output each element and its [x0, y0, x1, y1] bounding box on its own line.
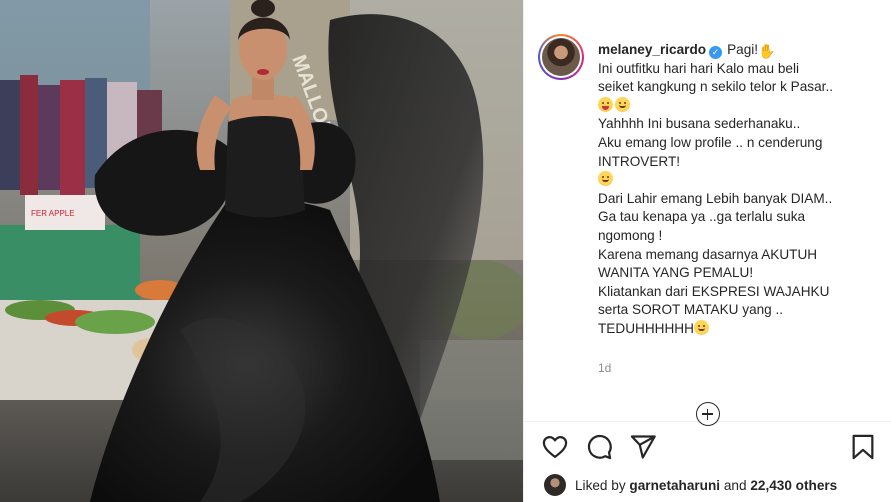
comment-button[interactable]: [585, 433, 615, 463]
caption-line: Ini outfitku hari hari Kalo mau beli: [598, 60, 799, 76]
smiling-face-emoji-icon: [693, 319, 709, 335]
heart-icon: [542, 435, 568, 459]
likes-prefix: Liked by: [575, 477, 626, 493]
author-avatar-image: [542, 38, 580, 76]
caption-line: Ga tau kenapa ya ..ga terlalu suka: [598, 209, 806, 225]
smiling-face-emoji-icon: [598, 171, 613, 187]
action-bar: [541, 433, 881, 463]
likes-summary: Liked by garnetaharuni and 22,430 others: [544, 473, 837, 497]
caption-line: ngomong !: [598, 227, 663, 243]
box-label-text: FER APPLE: [31, 209, 75, 218]
caption-line: seiket kangkung n sekilo telor k Pasar..: [598, 79, 833, 95]
caption-line: INTROVERT!: [598, 153, 681, 169]
likes-others-link[interactable]: 22,430 others: [750, 478, 837, 493]
verified-badge-icon: ✓: [709, 46, 723, 59]
caption-line: Dari Lahir emang Lebih banyak DIAM..: [598, 190, 833, 206]
post-timestamp[interactable]: 1d: [598, 361, 611, 375]
tongue-face-emoji-icon: [598, 96, 613, 112]
likes-middle: and: [723, 477, 747, 493]
post-sidebar: melaney_ricardo ✓ Pagi!✋ Ini outfitku hari…: [524, 0, 891, 502]
caption-line: Kliatankan dari EKSPRESI WAJAHKU: [598, 283, 830, 299]
liker-username[interactable]: garnetaharuni: [629, 478, 720, 493]
post-caption: melaney_ricardo ✓ Pagi!✋ Ini outfitku hari…: [598, 41, 878, 339]
share-button[interactable]: [629, 433, 659, 463]
caption-line: WANITA YANG PEMALU!: [598, 265, 754, 281]
smiling-face-emoji-icon: [615, 96, 630, 112]
post-image: MALLONG FER APPLE: [0, 0, 523, 502]
liker-avatar[interactable]: [544, 474, 566, 496]
like-button[interactable]: [541, 433, 571, 463]
bookmark-icon: [852, 434, 874, 460]
post-photo[interactable]: MALLONG FER APPLE: [0, 0, 523, 502]
caption-line: Yahhhh Ini busana sederhanaku..: [598, 116, 801, 132]
comment-icon: [587, 434, 612, 460]
caption-line: Aku emang low profile .. n cenderung: [598, 134, 823, 150]
wave-hand-emoji-icon: ✋: [758, 43, 776, 59]
caption-line: TEDUHHHHHH: [598, 320, 694, 336]
caption-line: serta SOROT MATAKU yang ..: [598, 302, 784, 318]
caption-greeting: Pagi!: [727, 42, 759, 57]
paper-plane-icon: [630, 435, 656, 459]
save-button[interactable]: [849, 433, 879, 463]
caption-line: Karena memang dasarnya AKUTUH: [598, 246, 818, 262]
author-avatar[interactable]: [538, 34, 584, 80]
plus-circle-icon[interactable]: [696, 402, 720, 426]
author-username[interactable]: melaney_ricardo: [598, 42, 706, 57]
